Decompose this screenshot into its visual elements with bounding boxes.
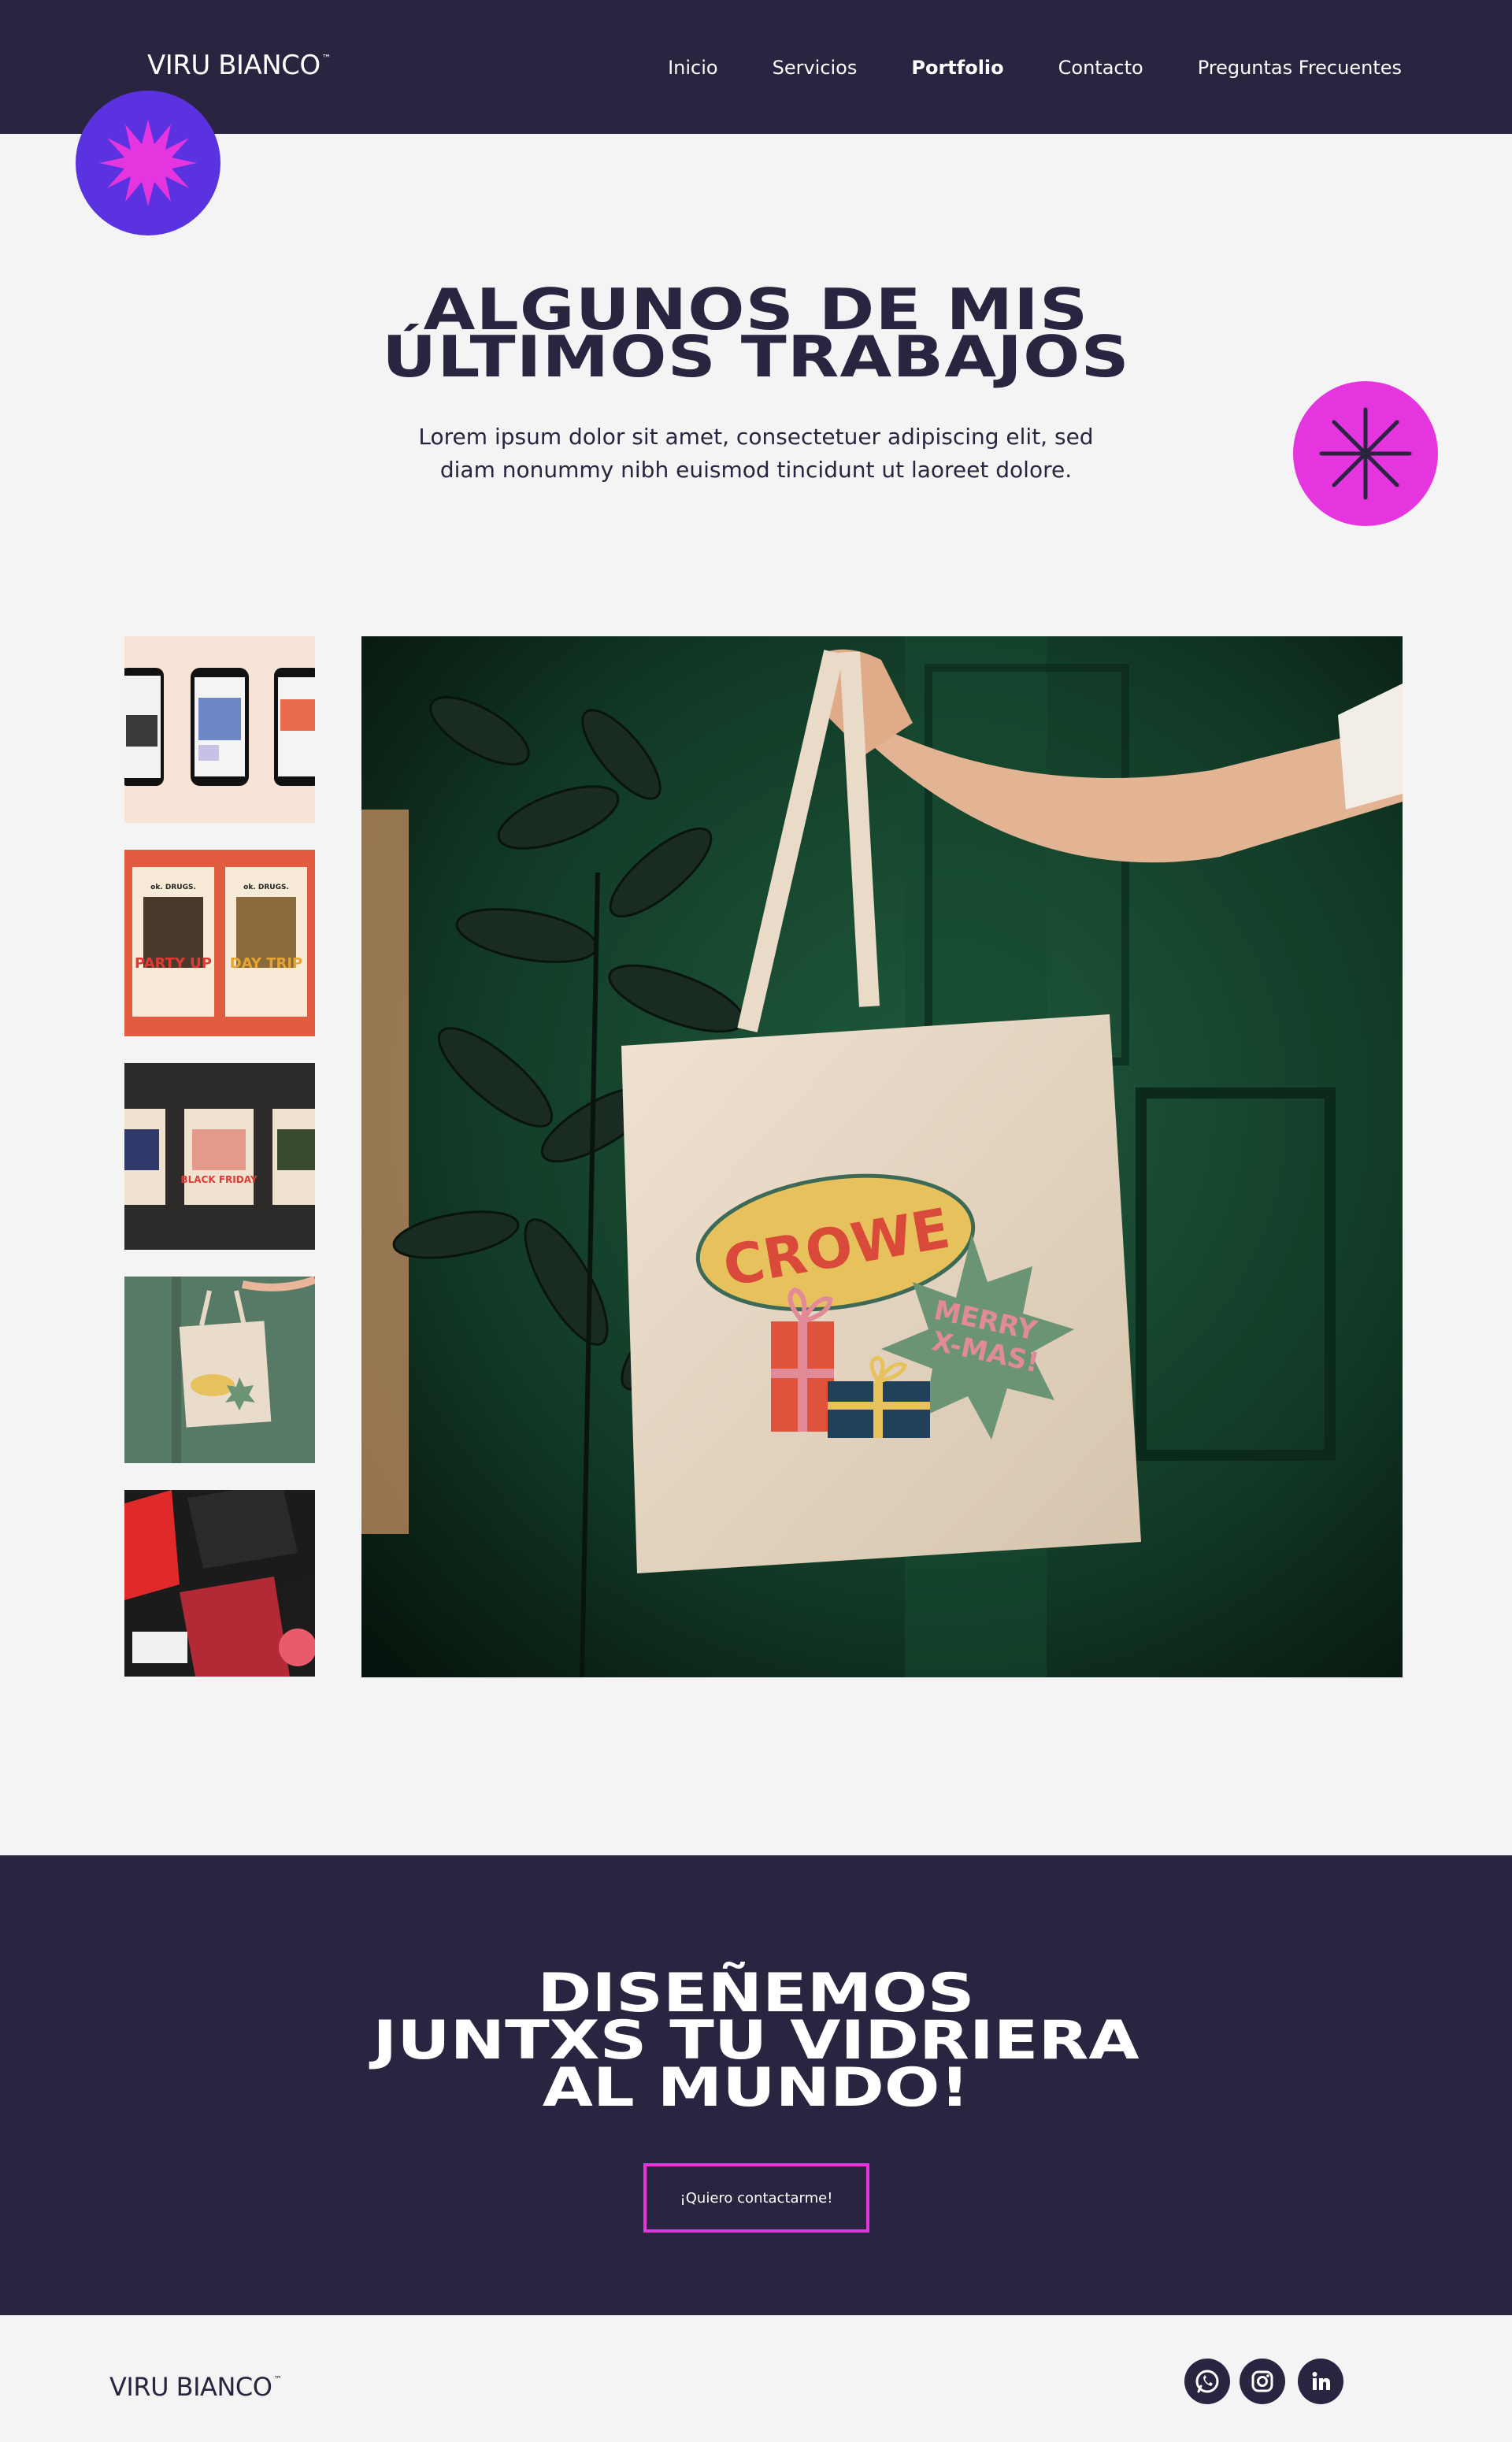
linkedin-icon[interactable] (1298, 2359, 1343, 2404)
featured-project-image: CROWE MERRY X-MAS! (361, 636, 1403, 1677)
subtitle-line-2: diam nonummy nibh euismod tincidunt ut l… (439, 457, 1073, 483)
footer-trademark-mark: ™ (273, 2374, 282, 2385)
black-friday-text: BLACK FRIDAY (180, 1174, 257, 1185)
site-logo[interactable]: VIRU BIANCO ™ (147, 50, 332, 81)
page-title: ALGUNOS DE MIS ÚLTIMOS TRABAJOS (0, 281, 1512, 390)
thumbnail-instagram-phones[interactable] (124, 636, 315, 823)
day-trip-text: DAY TRIP (230, 955, 302, 972)
ok-drugs-text-1: ok. DRUGS. (150, 884, 196, 891)
thumbnail-party-posters[interactable]: PARTY UP DAY TRIP ok. DRUGS. ok. DRUGS. (124, 850, 315, 1036)
whatsapp-icon[interactable] (1184, 2359, 1230, 2404)
starburst-badge-icon (76, 91, 220, 235)
cta-title: DISEÑEMOS JUNTXS TU VIDRIERA AL MUNDO! (0, 1967, 1512, 2119)
thumbnail-tote-bag[interactable] (124, 1277, 315, 1463)
site-footer: VIRU BIANCO ™ (0, 2315, 1512, 2442)
nav-inicio[interactable]: Inicio (668, 57, 718, 79)
page-subtitle: Lorem ipsum dolor sit amet, consectetuer… (362, 421, 1150, 487)
site-header: VIRU BIANCO ™ Inicio Servicios Portfolio … (0, 0, 1512, 134)
ok-drugs-text-2: ok. DRUGS. (243, 884, 289, 891)
nav-servicios[interactable]: Servicios (773, 57, 858, 79)
main-nav: Inicio Servicios Portfolio Contacto Preg… (613, 57, 1402, 79)
contact-cta-section: DISEÑEMOS JUNTXS TU VIDRIERA AL MUNDO! ¡… (0, 1855, 1512, 2315)
logo-text: VIRU BIANCO (147, 50, 321, 81)
footer-logo[interactable]: VIRU BIANCO ™ (109, 2372, 282, 2402)
footer-logo-text: VIRU BIANCO (109, 2372, 272, 2402)
thumbnail-social-media-red[interactable] (124, 1490, 315, 1677)
title-line-2: ÚLTIMOS TRABAJOS (382, 324, 1130, 390)
party-up-text: PARTY UP (135, 955, 212, 972)
cta-line-3: AL MUNDO! (542, 2057, 970, 2119)
instagram-icon[interactable] (1240, 2359, 1285, 2404)
nav-portfolio[interactable]: Portfolio (911, 57, 1003, 79)
subtitle-line-1: Lorem ipsum dolor sit amet, consectetuer… (418, 424, 1094, 450)
trademark-mark: ™ (321, 53, 332, 64)
nav-contacto[interactable]: Contacto (1058, 57, 1143, 79)
thumbnail-dark-posters[interactable]: BLACK FRIDAY (124, 1063, 315, 1250)
contact-button[interactable]: ¡Quiero contactarme! (643, 2163, 869, 2233)
nav-preguntas-frecuentes[interactable]: Preguntas Frecuentes (1198, 57, 1402, 79)
asterisk-badge-icon (1293, 381, 1438, 526)
